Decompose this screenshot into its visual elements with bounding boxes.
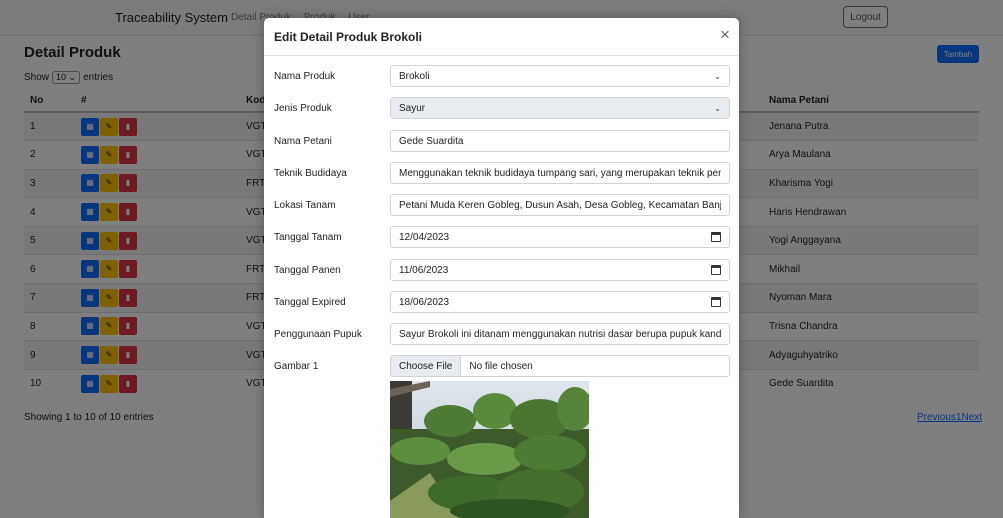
label-penggunaan-pupuk: Penggunaan Pupuk <box>274 329 362 340</box>
form-row-tanggal-tanam: Tanggal Tanam 12/04/2023 <box>264 226 739 248</box>
teknik-budidaya-input[interactable]: Menggunakan teknik budidaya tumpang sari… <box>390 162 730 184</box>
form-row-gambar-1: Gambar 1 Choose File No file chosen <box>264 355 739 377</box>
label-nama-produk: Nama Produk <box>274 71 336 82</box>
label-nama-petani: Nama Petani <box>274 136 332 147</box>
penggunaan-pupuk-value: Sayur Brokoli ini ditanam menggunakan nu… <box>399 328 721 340</box>
form-row-teknik-budidaya: Teknik Budidaya Menggunakan teknik budid… <box>264 162 739 184</box>
jenis-produk-value: Sayur <box>399 102 426 114</box>
teknik-budidaya-value: Menggunakan teknik budidaya tumpang sari… <box>399 167 721 179</box>
product-photo-preview <box>390 381 589 518</box>
tanggal-expired-input[interactable]: 18/06/2023 <box>390 291 730 313</box>
file-status: No file chosen <box>469 360 533 372</box>
label-tanggal-tanam: Tanggal Tanam <box>274 232 342 243</box>
chevron-down-icon: ⌄ <box>714 71 721 81</box>
jenis-produk-select[interactable]: Sayur ⌄ <box>390 97 730 119</box>
nama-produk-value: Brokoli <box>399 70 430 82</box>
tanggal-panen-value: 11/06/2023 <box>399 264 449 276</box>
close-icon[interactable]: × <box>717 26 733 44</box>
modal-header: Edit Detail Produk Brokoli × <box>264 18 739 56</box>
garden-photo-image <box>390 381 589 518</box>
label-lokasi-tanam: Lokasi Tanam <box>274 200 336 211</box>
label-teknik-budidaya: Teknik Budidaya <box>274 168 347 179</box>
form-row-jenis-produk: Jenis Produk Sayur ⌄ <box>264 97 739 119</box>
form-row-lokasi-tanam: Lokasi Tanam Petani Muda Keren Gobleg, D… <box>264 194 739 216</box>
form-row-tanggal-expired: Tanggal Expired 18/06/2023 <box>264 291 739 313</box>
lokasi-tanam-value: Petani Muda Keren Gobleg, Dusun Asah, De… <box>399 199 721 211</box>
form-row-tanggal-panen: Tanggal Panen 11/06/2023 <box>264 259 739 281</box>
penggunaan-pupuk-input[interactable]: Sayur Brokoli ini ditanam menggunakan nu… <box>390 323 730 345</box>
modal-title: Edit Detail Produk Brokoli <box>274 30 423 44</box>
nama-produk-select[interactable]: Brokoli ⌄ <box>390 65 730 87</box>
form-row-nama-petani: Nama Petani Gede Suardita <box>264 130 739 152</box>
choose-file-button[interactable]: Choose File <box>391 356 462 376</box>
nama-petani-value: Gede Suardita <box>399 135 464 147</box>
calendar-icon[interactable] <box>711 265 721 275</box>
tanggal-panen-input[interactable]: 11/06/2023 <box>390 259 730 281</box>
tanggal-expired-value: 18/06/2023 <box>399 296 450 308</box>
label-gambar-1: Gambar 1 <box>274 361 319 372</box>
calendar-icon[interactable] <box>711 232 721 242</box>
label-tanggal-panen: Tanggal Panen <box>274 265 341 276</box>
tanggal-tanam-value: 12/04/2023 <box>399 231 450 243</box>
calendar-icon[interactable] <box>711 297 721 307</box>
form-row-penggunaan-pupuk: Penggunaan Pupuk Sayur Brokoli ini ditan… <box>264 323 739 345</box>
label-tanggal-expired: Tanggal Expired <box>274 297 346 308</box>
nama-petani-input[interactable]: Gede Suardita <box>390 130 730 152</box>
form-row-nama-produk: Nama Produk Brokoli ⌄ <box>264 65 739 87</box>
edit-modal: Edit Detail Produk Brokoli × Nama Produk… <box>264 18 739 518</box>
chevron-down-icon: ⌄ <box>714 103 721 113</box>
label-jenis-produk: Jenis Produk <box>274 103 332 114</box>
tanggal-tanam-input[interactable]: 12/04/2023 <box>390 226 730 248</box>
lokasi-tanam-input[interactable]: Petani Muda Keren Gobleg, Dusun Asah, De… <box>390 194 730 216</box>
gambar-1-file-input[interactable]: Choose File No file chosen <box>390 355 730 377</box>
